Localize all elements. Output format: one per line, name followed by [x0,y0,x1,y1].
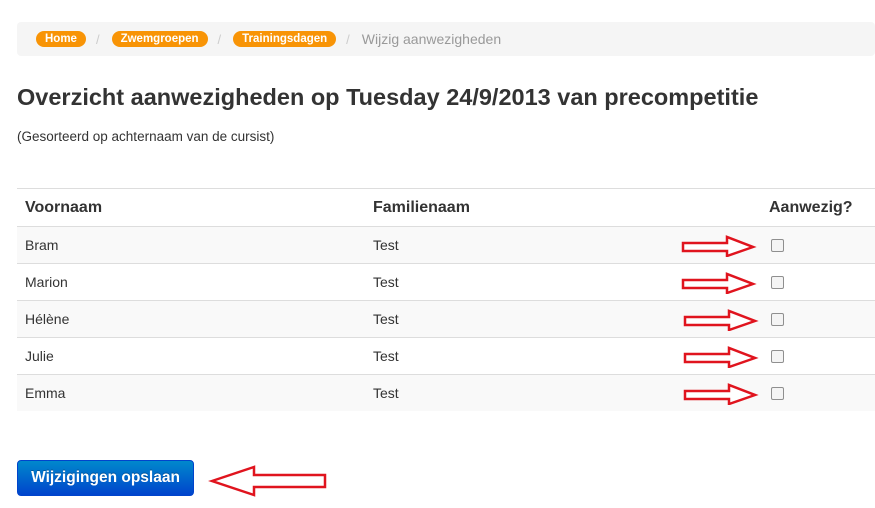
breadcrumb-home-link[interactable]: Home [36,31,86,47]
red-outline-arrow-icon [681,235,757,257]
last-name-cell: Test [365,226,681,264]
table-row: Marion Test [17,263,875,301]
red-outline-arrow-icon [208,465,327,497]
aanwezig-checkbox[interactable] [771,349,784,363]
column-header-aanwezig: Aanwezig? [761,188,875,227]
aanwezig-checkbox[interactable] [771,386,784,400]
breadcrumb-separator: / [217,31,222,47]
breadcrumb-trainingsdagen-link[interactable]: Trainingsdagen [233,31,337,47]
save-changes-button[interactable]: Wijzigingen opslaan [17,460,194,496]
red-outline-arrow-icon [683,346,759,368]
column-header-voornaam: Voornaam [17,188,365,227]
aanwezig-checkbox[interactable] [771,275,784,289]
breadcrumb: Home / Zwemgroepen / Trainingsdagen / Wi… [17,22,875,56]
table-row: Julie Test [17,337,875,375]
table-row: Emma Test [17,374,875,411]
table-row: Bram Test [17,226,875,264]
breadcrumb-separator: / [95,31,100,47]
table-row: Hélène Test [17,300,875,338]
breadcrumb-zwemgroepen-link[interactable]: Zwemgroepen [111,31,208,47]
red-outline-arrow-icon [681,272,757,294]
table-header-row: Voornaam Familienaam Aanwezig? [17,188,875,227]
aanwezig-checkbox[interactable] [771,312,784,326]
last-name-cell: Test [365,263,681,301]
first-name-cell: Julie [17,337,365,375]
first-name-cell: Hélène [17,300,365,338]
column-header-spacer [681,188,761,227]
sort-note: (Gesorteerd op achternaam van de cursist… [17,129,275,144]
last-name-cell: Test [365,337,681,375]
red-outline-arrow-icon [683,383,759,405]
first-name-cell: Bram [17,226,365,264]
attendance-table: Voornaam Familienaam Aanwezig? Bram Test… [17,188,875,411]
first-name-cell: Emma [17,374,365,411]
last-name-cell: Test [365,300,681,338]
breadcrumb-separator: / [346,31,350,47]
page-title: Overzicht aanwezigheden op Tuesday 24/9/… [17,84,759,110]
aanwezig-checkbox[interactable] [771,238,784,252]
breadcrumb-current: Wijzig aanwezigheden [361,31,502,47]
column-header-familienaam: Familienaam [365,188,681,227]
red-outline-arrow-icon [683,309,759,331]
first-name-cell: Marion [17,263,365,301]
last-name-cell: Test [365,374,681,411]
